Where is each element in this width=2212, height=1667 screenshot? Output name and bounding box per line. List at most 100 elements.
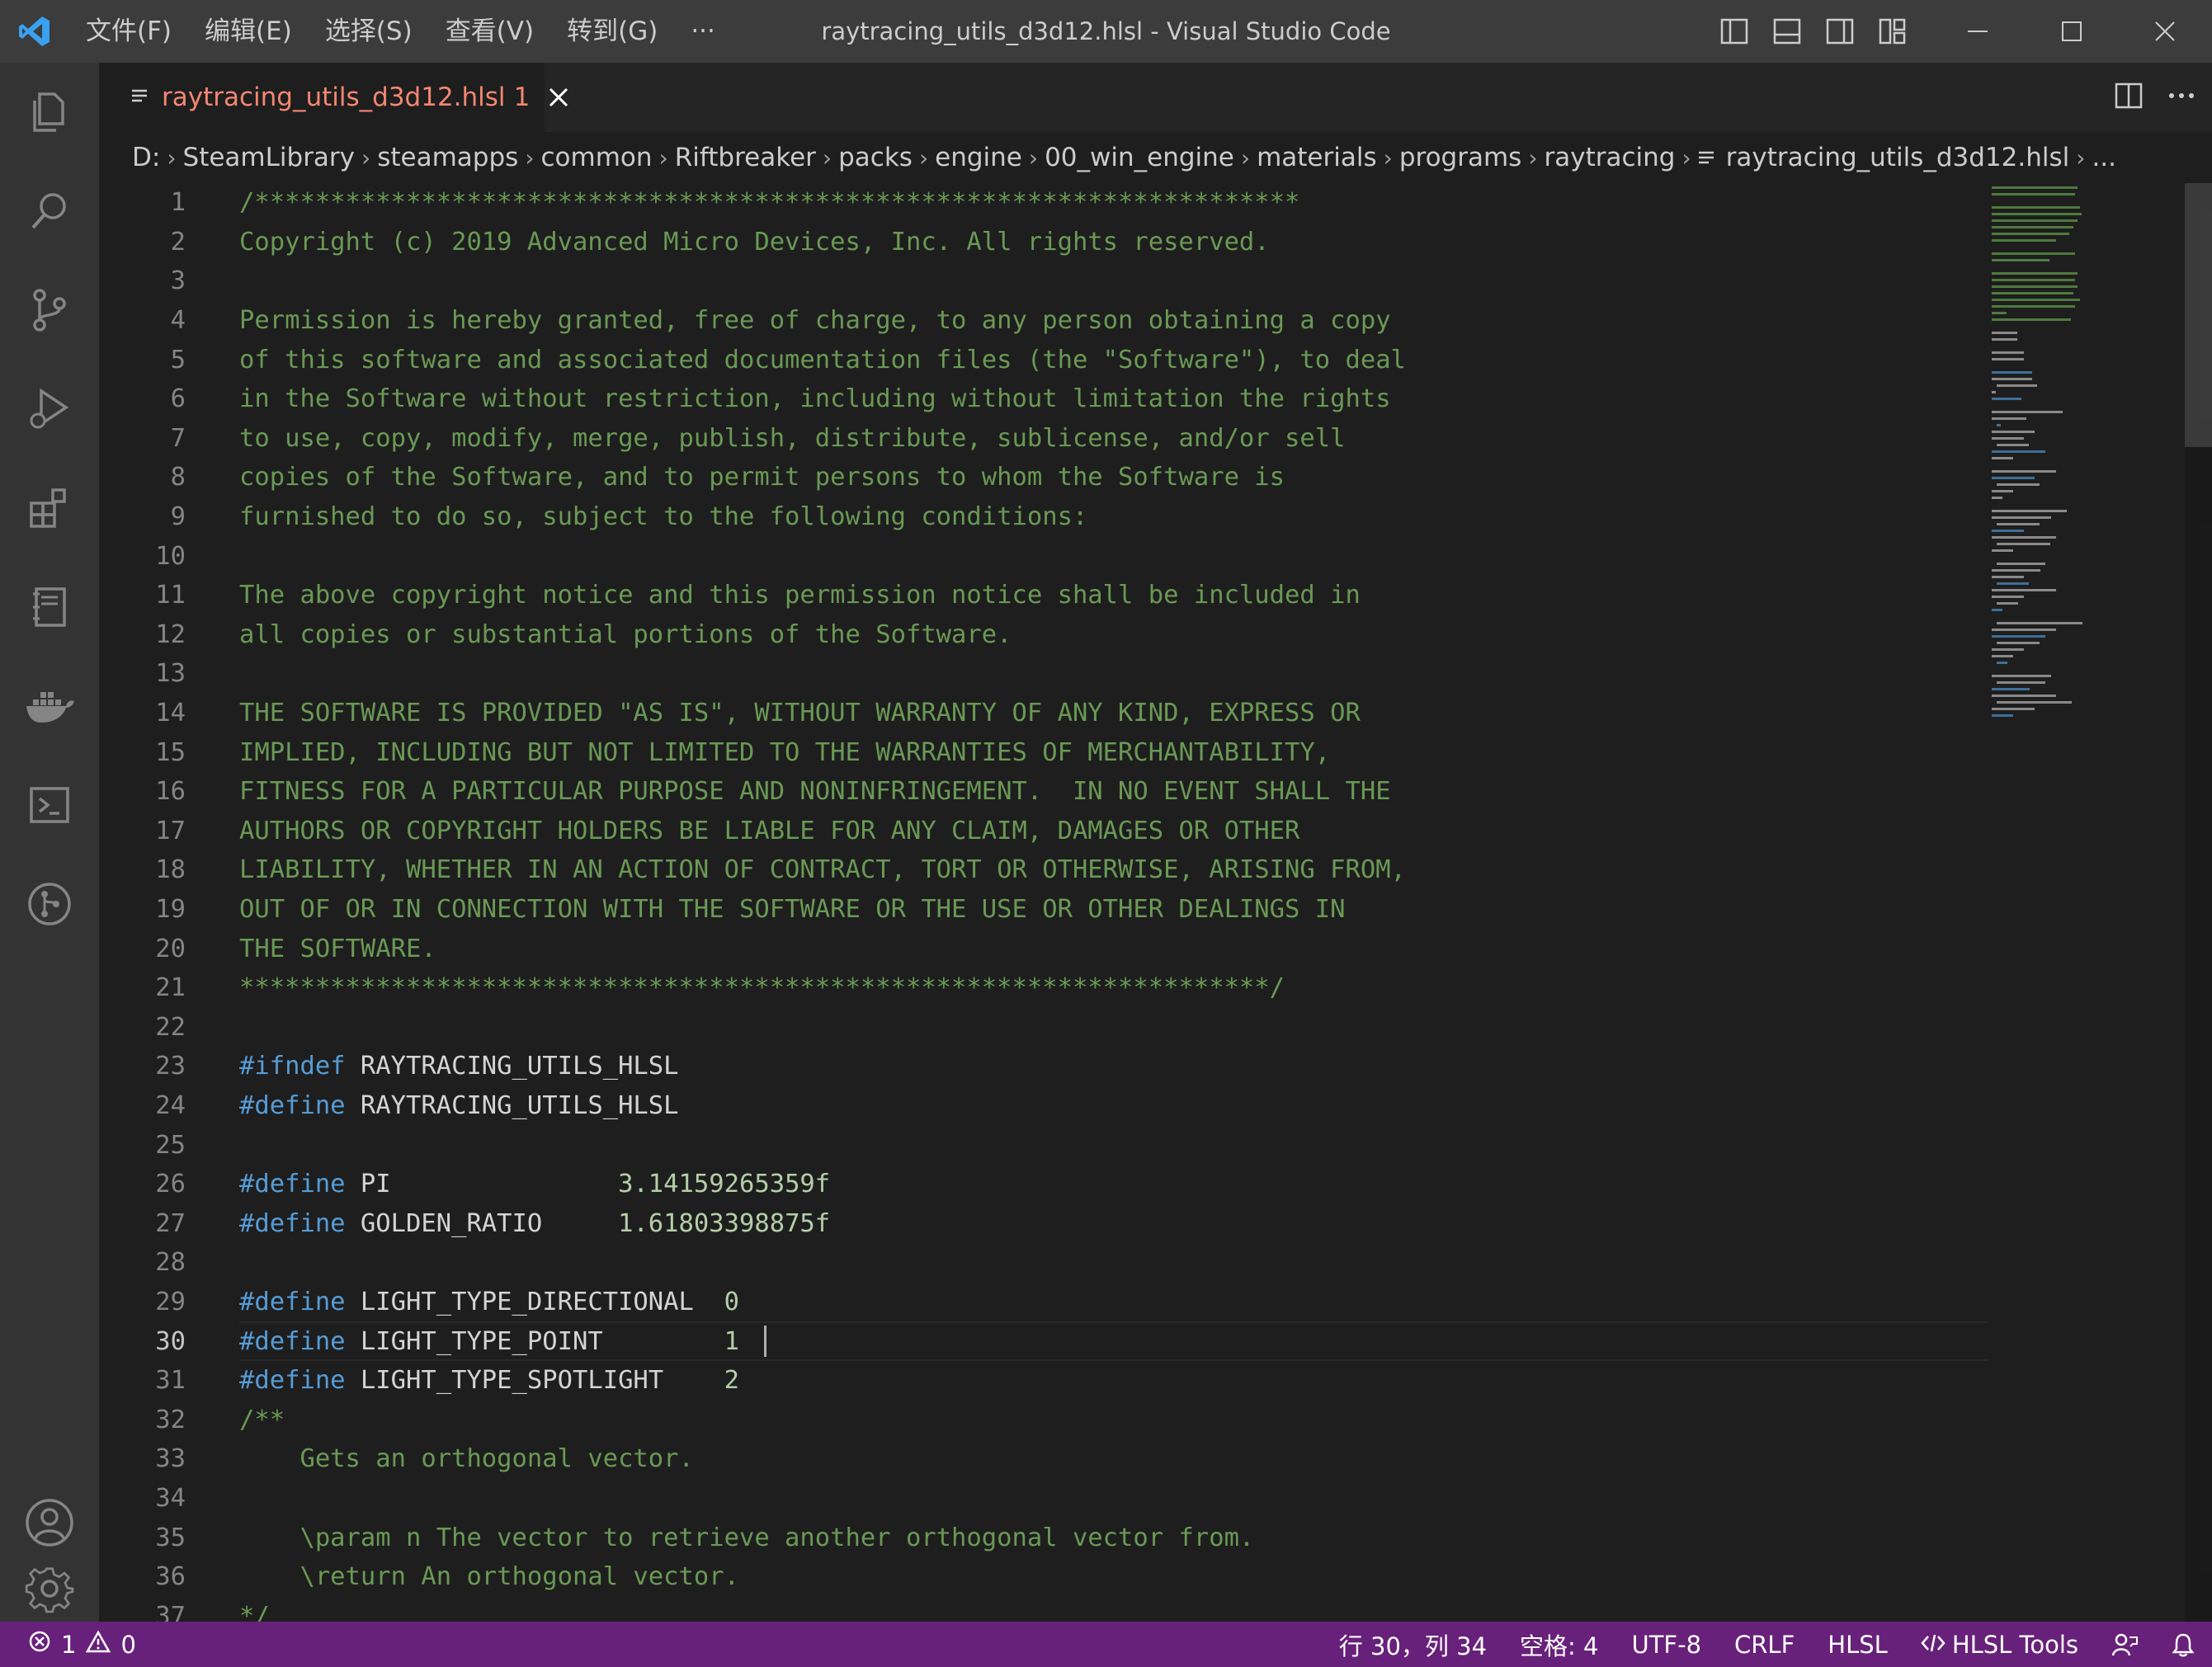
code-line: 37 */ [99,1597,1988,1622]
breadcrumb-item[interactable]: SteamLibrary [183,143,356,172]
code-line: 25 [99,1125,1988,1165]
line-number: 24 [155,1091,186,1121]
code-line: 7 to use, copy, modify, merge, publish, d… [99,419,1988,459]
breadcrumb-item[interactable]: 00_win_engine [1045,143,1234,172]
line-number: 2 [170,227,186,257]
status-bar: 1 0 行 30，列 34 空格: 4 UTF-8 CRLF HLSL HLSL… [0,1622,2212,1667]
line-number: 35 [155,1523,186,1552]
encoding[interactable]: UTF-8 [1615,1631,1718,1659]
comment-text: AUTHORS OR COPYRIGHT HOLDERS BE LIABLE F… [239,816,1300,845]
git-graph-icon[interactable] [0,855,99,954]
minimize-button[interactable] [1931,0,2025,63]
code-text: all copies or substantial portions of th… [239,620,1012,649]
minimap-line [1992,259,2050,261]
breadcrumb-item[interactable]: ... [2092,143,2116,172]
menu-item[interactable]: 编辑(E) [188,0,309,63]
notebook-icon[interactable] [0,558,99,657]
minimap-line [1992,292,2073,294]
preprocessor-keyword: #define [239,1288,346,1317]
language-mode[interactable]: HLSL [1811,1631,1904,1659]
minimap-line [1997,424,2002,426]
breadcrumb-item[interactable]: Riftbreaker [675,143,816,172]
menu-item[interactable]: ··· [674,0,732,63]
run-debug-icon[interactable] [0,360,99,459]
breadcrumb-item[interactable]: raytracing [1545,143,1676,172]
search-icon[interactable] [0,162,99,261]
minimap-line [1992,497,2002,499]
menu-item[interactable]: 转到(G) [550,0,674,63]
menu-item[interactable]: 选择(S) [309,0,429,63]
comment-text: THE SOFTWARE. [239,934,436,963]
source-control-icon[interactable] [0,261,99,360]
minimap-line [1992,239,2056,242]
minimap-line [1992,530,2024,532]
docker-icon[interactable] [0,657,99,756]
toggle-secondary-sidebar-icon[interactable] [1822,13,1858,49]
problems-indicator[interactable]: 1 0 [0,1630,136,1659]
breadcrumb-item[interactable]: engine [935,143,1022,172]
end-of-line[interactable]: CRLF [1718,1631,1811,1659]
maximize-button[interactable] [2025,0,2119,63]
minimap-line [1992,391,1997,393]
line-number: 1 [170,188,186,218]
toggle-primary-sidebar-icon[interactable] [1716,13,1752,49]
breadcrumb-item[interactable]: packs [838,143,913,172]
notifications-bell-icon[interactable] [2154,1632,2212,1657]
code-text: furnished to do so, subject to the follo… [239,502,1087,531]
line-number: 36 [155,1562,186,1592]
breadcrumb-item[interactable]: D: [132,143,160,172]
minimap-line [1992,417,2026,420]
code-line: 11 The above copyright notice and this pe… [99,576,1988,615]
breadcrumb-item[interactable]: programs [1399,143,1521,172]
code-text: */ [239,1602,270,1622]
code-text: #ifndef RAYTRACING_UTILS_HLSL [239,1052,679,1081]
comment-text: furnished to do so, subject to the follo… [239,502,1088,532]
minimap-line [1997,582,2029,585]
explorer-icon[interactable] [0,63,99,162]
breadcrumb-item[interactable]: steamapps [377,143,518,172]
minimap-line [1992,186,2078,189]
line-number: 26 [155,1170,186,1199]
minimap-line [1992,450,2045,453]
numeric-literal: 1.61803398875f [618,1208,831,1238]
line-number: 12 [155,619,186,649]
chevron-right-icon: › [1528,144,1538,172]
error-count: 1 [61,1630,77,1659]
cursor-position[interactable]: 行 30，列 34 [1323,1627,1503,1662]
minimap-line [1992,272,2078,275]
close-window-button[interactable] [2118,0,2212,63]
comment-text: \param n The vector to retrieve another … [239,1523,1255,1552]
comment-text: LIABILITY, WHETHER IN AN ACTION OF CONTR… [239,855,1406,885]
minimap-line [1992,312,2007,314]
line-number: 5 [170,345,186,374]
feedback-icon[interactable] [2095,1632,2154,1657]
minimap-line [1997,662,2007,664]
indentation[interactable]: 空格: 4 [1503,1627,1615,1662]
code-line: 22 [99,1008,1988,1048]
minimap[interactable] [1988,183,2186,761]
extensions-icon[interactable] [0,459,99,558]
hlsl-tools-status[interactable]: HLSL Tools [1904,1631,2095,1659]
minimap-line [1992,437,2024,440]
customize-layout-icon[interactable] [1875,13,1911,49]
terminal-icon[interactable] [0,756,99,855]
tab-close-icon[interactable] [548,85,569,110]
menu-item[interactable]: 查看(V) [429,0,550,63]
split-editor-icon[interactable] [2115,82,2143,113]
tab-raytracing-utils[interactable]: raytracing_utils_d3d12.hlsl 1 [99,63,568,132]
code-editor[interactable]: 1/**************************************… [99,183,2212,1622]
toggle-panel-icon[interactable] [1769,13,1805,49]
line-number: 34 [155,1484,186,1514]
minimap-line [1992,510,2067,512]
minimap-line [1992,279,2076,281]
code-line: 27 #define GOLDEN_RATIO 1.61803398875f [99,1204,1988,1244]
breadcrumb-item[interactable]: common [541,143,653,172]
breadcrumb-item[interactable]: materials [1257,143,1377,172]
comment-text: in the Software without restriction, inc… [239,384,1391,414]
breadcrumb-item[interactable]: raytracing_utils_d3d12.hlsl [1726,143,2070,172]
line-number: 30 [155,1326,186,1356]
more-actions-icon[interactable] [2167,82,2195,113]
minimap-line [1997,602,2018,605]
scrollbar-thumb[interactable] [2185,183,2212,447]
menu-item[interactable]: 文件(F) [69,0,188,63]
